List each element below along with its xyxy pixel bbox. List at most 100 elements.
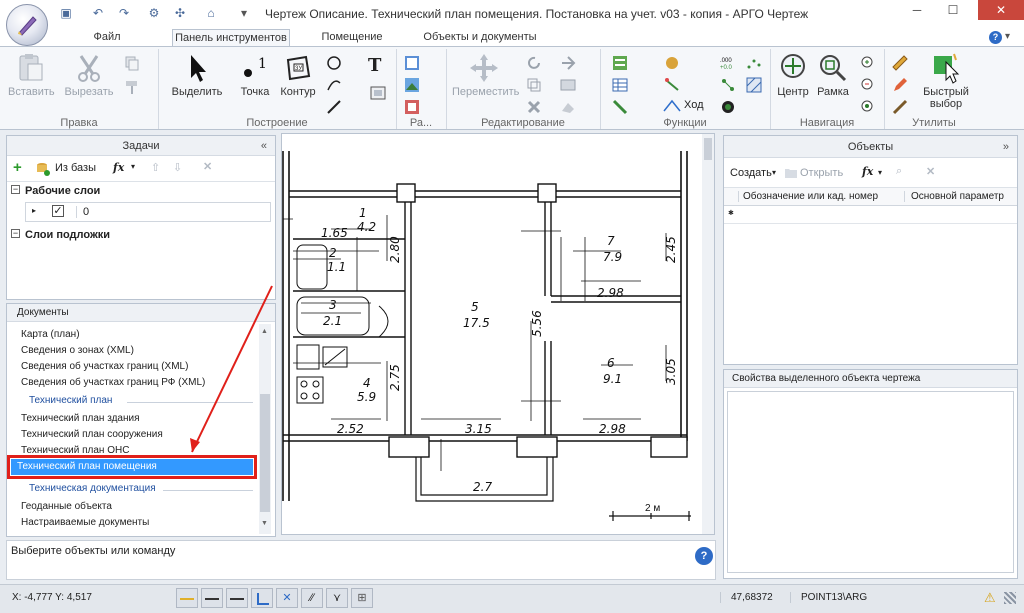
- text-tool-icon[interactable]: T: [368, 55, 381, 76]
- snap-center-icon[interactable]: [226, 588, 248, 608]
- floor-plan[interactable]: 1.65 1 4.2 2.80 2 1.1 3 2.1 4 5.9 2.75 2…: [282, 134, 702, 535]
- trim-icon[interactable]: [560, 55, 576, 71]
- zoom-out-icon[interactable]: [860, 77, 876, 93]
- cut-button[interactable]: Вырезать: [64, 52, 114, 98]
- remove-icon[interactable]: ✕: [926, 165, 935, 178]
- quick-select-button[interactable]: Быстрый выбор: [918, 52, 974, 110]
- column-designation[interactable]: Обозначение или кад. номер: [738, 191, 878, 202]
- snap-endpoint-icon[interactable]: [176, 588, 198, 608]
- center-button[interactable]: Центр: [776, 52, 810, 98]
- from-db-button[interactable]: Из базы: [55, 162, 96, 174]
- fx-button[interactable]: fx: [113, 161, 124, 174]
- save-icon[interactable]: ▣: [58, 5, 74, 21]
- move-button[interactable]: Переместить: [452, 52, 519, 98]
- tab-room[interactable]: Помещение: [310, 29, 394, 46]
- add-icon[interactable]: +: [13, 159, 22, 176]
- doc-item-plan-building[interactable]: Технический план здания: [21, 413, 140, 424]
- mirror-icon[interactable]: [560, 77, 576, 93]
- qa-dropdown-icon[interactable]: ▾: [236, 5, 252, 21]
- snap-grid-icon[interactable]: ⊞: [351, 588, 373, 608]
- doc-item-boundaries-rf-xml[interactable]: Сведения об участках границ РФ (XML): [21, 377, 205, 388]
- column-main-parameter[interactable]: Основной параметр: [904, 191, 1004, 202]
- folder-icon[interactable]: [784, 166, 798, 180]
- erase-icon[interactable]: [560, 99, 576, 115]
- point-button[interactable]: 1 Точка: [236, 52, 274, 98]
- layer-row[interactable]: ▸ ✓ 0: [25, 202, 271, 222]
- fx-dropdown-icon[interactable]: ▾: [878, 168, 882, 177]
- database-icon[interactable]: [35, 161, 51, 177]
- open-button[interactable]: Открыть: [800, 167, 843, 179]
- step-icon[interactable]: [662, 99, 684, 113]
- resize-grip-icon[interactable]: [1004, 592, 1016, 604]
- image-tool-icon[interactable]: [370, 85, 386, 101]
- snap-nearest-icon[interactable]: ⋎: [326, 588, 348, 608]
- table-row[interactable]: ✱: [724, 206, 1017, 224]
- help-button-icon[interactable]: ?: [695, 547, 713, 565]
- create-button[interactable]: Создать: [730, 167, 772, 179]
- copy-objects-icon[interactable]: [526, 77, 542, 93]
- dots-icon[interactable]: [746, 55, 762, 71]
- layer-visible-checkbox[interactable]: ✓: [52, 205, 64, 217]
- curve-icon[interactable]: [326, 77, 342, 93]
- line-icon[interactable]: [326, 99, 342, 115]
- options-icon[interactable]: ✣: [172, 5, 188, 21]
- collapse-left-icon[interactable]: «: [261, 136, 267, 156]
- target-icon[interactable]: [720, 99, 736, 115]
- home-icon[interactable]: ⌂: [203, 5, 219, 21]
- search-icon[interactable]: ⌕: [896, 165, 902, 178]
- function-icon-3[interactable]: [612, 99, 628, 115]
- remove-icon[interactable]: ✕: [203, 160, 212, 173]
- doc-item-plan-ons[interactable]: Технический план ОНС: [21, 445, 129, 456]
- select-button[interactable]: Выделить: [170, 52, 224, 98]
- doc-item-geodata[interactable]: Геоданные объекта: [21, 501, 112, 512]
- ruler-icon[interactable]: [892, 55, 908, 71]
- snap-parallel-icon[interactable]: ∕∕: [301, 588, 323, 608]
- fx-button[interactable]: fx: [862, 165, 873, 178]
- tab-file[interactable]: Файл: [72, 29, 142, 46]
- properties-grid[interactable]: [727, 391, 1014, 573]
- rotate-icon[interactable]: [526, 55, 542, 71]
- drawing-canvas[interactable]: 1.65 1 4.2 2.80 2 1.1 3 2.1 4 5.9 2.75 2…: [281, 133, 715, 535]
- pencil-icon[interactable]: [892, 77, 908, 93]
- contour-button[interactable]: 3У Контур: [278, 52, 318, 98]
- function-icon-1[interactable]: [612, 55, 628, 71]
- snap-intersection-icon[interactable]: ✕: [276, 588, 298, 608]
- doc-item-custom-docs[interactable]: Настраиваемые документы: [21, 517, 149, 528]
- raster-icon-3[interactable]: [404, 99, 420, 115]
- command-line[interactable]: Выберите объекты или команду ?: [6, 540, 716, 580]
- move-down-icon[interactable]: ⇩: [173, 161, 182, 174]
- tab-objects-documents[interactable]: Объекты и документы: [410, 29, 550, 46]
- coords-icon[interactable]: .000+0.0: [720, 55, 736, 71]
- raster-icon-2[interactable]: [404, 77, 420, 93]
- collapse-right-icon[interactable]: »: [1003, 136, 1009, 158]
- doc-item-map[interactable]: Карта (план): [21, 329, 80, 340]
- tab-toolbar[interactable]: Панель инструментов: [172, 29, 290, 46]
- create-dropdown-icon[interactable]: ▾: [772, 168, 776, 177]
- app-menu-orb-icon[interactable]: [6, 4, 48, 46]
- zoom-all-icon[interactable]: [860, 99, 876, 115]
- expand-collapse-icon[interactable]: −: [11, 229, 20, 238]
- maximize-icon[interactable]: ☐: [936, 0, 970, 20]
- doc-item-boundaries-xml[interactable]: Сведения об участках границ (XML): [21, 361, 188, 372]
- snap-perpendicular-icon[interactable]: [251, 588, 273, 608]
- network-icon[interactable]: [720, 77, 736, 93]
- undo-icon[interactable]: ↶: [90, 5, 106, 21]
- arc-icon[interactable]: [326, 55, 342, 71]
- table-icon[interactable]: [612, 77, 628, 93]
- fx-dropdown-icon[interactable]: ▾: [131, 162, 135, 171]
- close-icon[interactable]: ✕: [978, 0, 1024, 20]
- snap-midpoint-icon[interactable]: [201, 588, 223, 608]
- warning-icon[interactable]: ⚠: [984, 590, 996, 606]
- function-icon-4[interactable]: [664, 55, 680, 71]
- move-up-icon[interactable]: ⇧: [151, 161, 160, 174]
- canvas-scroll-thumb[interactable]: [704, 138, 712, 160]
- hatch-icon[interactable]: [746, 77, 762, 93]
- doc-item-zones-xml[interactable]: Сведения о зонах (XML): [21, 345, 134, 356]
- doc-item-plan-room-selected[interactable]: Технический план помещения: [7, 455, 257, 479]
- doc-item-plan-structure[interactable]: Технический план сооружения: [21, 429, 163, 440]
- canvas-scrollbar[interactable]: [702, 134, 714, 534]
- function-icon-5[interactable]: [664, 77, 680, 93]
- ribbon-options-icon[interactable]: ▾: [1005, 31, 1010, 42]
- delete-icon[interactable]: [526, 99, 542, 115]
- frame-button[interactable]: Рамка: [816, 52, 850, 98]
